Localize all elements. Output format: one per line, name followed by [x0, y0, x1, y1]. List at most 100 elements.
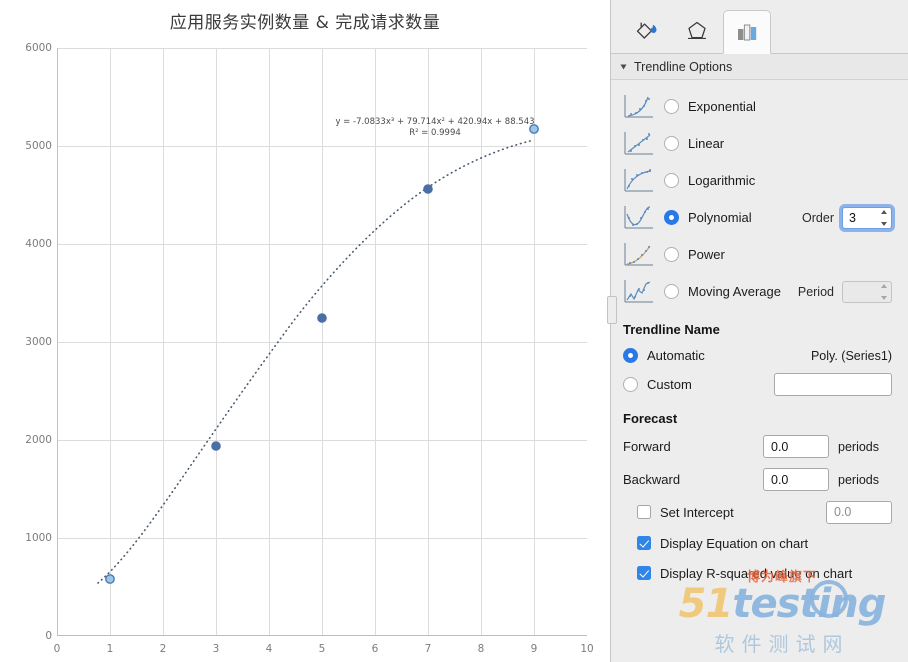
checkbox-display-equation[interactable] — [637, 536, 651, 550]
radio-exponential[interactable] — [664, 99, 679, 114]
y-axis-tick: 4000 — [25, 238, 52, 250]
x-axis-tick: 9 — [530, 643, 538, 655]
order-stepper-arrows[interactable] — [881, 209, 887, 226]
label-display-r-squared: Display R-squared value on chart — [660, 565, 853, 581]
backward-unit: periods — [838, 472, 879, 487]
format-trendline-panel: Trendline Options Exponential Linear Log… — [607, 0, 908, 662]
tab-chart-options[interactable] — [723, 10, 771, 54]
forward-input[interactable]: 0.0 — [763, 435, 829, 458]
trendline-name-title: Trendline Name — [623, 322, 720, 337]
y-axis-tick: 0 — [45, 630, 52, 642]
trendline-options-section-header[interactable]: Trendline Options — [611, 54, 908, 80]
trendline-format-screen: 应用服务实例数量 & 完成请求数量 6000 5000 4000 3000 20… — [0, 0, 908, 662]
watermark-bottom-text: 软件测试网 — [714, 632, 850, 656]
custom-name-input[interactable] — [774, 373, 892, 396]
order-label: Order — [802, 210, 834, 225]
option-row-exponential[interactable]: Exponential — [611, 88, 908, 125]
moving-average-thumb-icon — [624, 279, 653, 302]
checkbox-display-r-squared[interactable] — [637, 566, 651, 580]
linear-thumb-icon — [624, 131, 653, 154]
period-label: Period — [797, 284, 834, 299]
forecast-title: Forecast — [623, 411, 678, 426]
stepper-up-icon[interactable] — [881, 209, 887, 214]
stepper-up-icon — [881, 283, 887, 288]
label-set-intercept: Set Intercept — [660, 504, 734, 520]
x-axis-tick: 3 — [212, 643, 220, 655]
y-axis-tick: 5000 — [25, 140, 52, 152]
panel-resize-handle[interactable] — [607, 296, 617, 324]
display-equation-row[interactable]: Display Equation on chart — [611, 528, 908, 558]
period-stepper — [842, 280, 892, 303]
panel-tab-bar — [611, 0, 908, 54]
label-linear: Linear — [688, 136, 725, 151]
y-axis-tick: 3000 — [25, 336, 52, 348]
automatic-name-value: Poly. (Series1) — [810, 348, 892, 363]
set-intercept-input[interactable]: 0.0 — [826, 500, 892, 524]
chart-title: 应用服务实例数量 & 完成请求数量 — [169, 13, 441, 33]
tab-fill-and-line[interactable] — [623, 9, 671, 53]
label-moving-average: Moving Average — [688, 284, 781, 299]
tab-effects[interactable] — [673, 9, 721, 53]
chart-pane[interactable]: 应用服务实例数量 & 完成请求数量 6000 5000 4000 3000 20… — [0, 0, 610, 662]
x-axis-tick: 2 — [159, 643, 167, 655]
x-axis-tick: 5 — [318, 643, 326, 655]
x-axis-tick: 7 — [424, 643, 432, 655]
x-axis-tick: 8 — [477, 643, 485, 655]
label-power: Power — [688, 247, 725, 262]
radio-name-automatic[interactable] — [623, 348, 638, 363]
paint-bucket-icon — [636, 22, 657, 39]
display-r-squared-row[interactable]: Display R-squared value on chart — [611, 558, 908, 588]
backward-label: Backward — [623, 472, 681, 487]
radio-logarithmic[interactable] — [664, 173, 679, 188]
option-row-logarithmic[interactable]: Logarithmic — [611, 162, 908, 199]
equation-text: y = -7.0833x³ + 79.714x² + 420.94x + 88.… — [335, 117, 535, 127]
bar-chart-icon — [738, 24, 757, 41]
section-title: Trendline Options — [634, 59, 733, 74]
checkbox-set-intercept[interactable] — [637, 505, 651, 519]
exponential-thumb-icon — [624, 94, 653, 117]
chevron-down-icon — [620, 64, 627, 69]
x-axis-tick: 10 — [580, 643, 594, 655]
trendline-equation-label[interactable]: y = -7.0833x³ + 79.714x² + 420.94x + 88.… — [330, 117, 540, 139]
radio-linear[interactable] — [664, 136, 679, 151]
y-axis-tick: 1000 — [25, 532, 52, 544]
label-logarithmic: Logarithmic — [688, 173, 756, 188]
forward-label: Forward — [623, 439, 671, 454]
y-axis-tick: 2000 — [25, 434, 52, 446]
backward-input[interactable]: 0.0 — [763, 468, 829, 491]
radio-power[interactable] — [664, 247, 679, 262]
r-squared-text: R² = 0.9994 — [409, 128, 461, 138]
forecast-backward-row: Backward 0.0 periods — [611, 463, 908, 496]
x-axis-tick: 6 — [371, 643, 379, 655]
label-polynomial: Polynomial — [688, 210, 752, 225]
order-stepper[interactable]: 3 — [842, 206, 892, 229]
stepper-down-icon[interactable] — [881, 221, 887, 226]
trendline-name-automatic-row[interactable]: Automatic Poly. (Series1) — [611, 341, 908, 370]
label-name-automatic: Automatic — [647, 348, 705, 363]
radio-moving-average[interactable] — [664, 284, 679, 299]
x-axis-tick: 1 — [106, 643, 114, 655]
label-exponential: Exponential — [688, 99, 756, 114]
forecast-forward-row: Forward 0.0 periods — [611, 430, 908, 463]
label-name-custom: Custom — [647, 377, 692, 392]
y-axis-tick: 6000 — [25, 42, 52, 54]
order-value: 3 — [849, 210, 856, 225]
label-display-equation: Display Equation on chart — [660, 535, 809, 551]
panel-body: Exponential Linear Logarithmic Polynomia… — [611, 80, 908, 588]
x-axis-tick: 4 — [265, 643, 273, 655]
forward-unit: periods — [838, 439, 879, 454]
option-row-power[interactable]: Power — [611, 236, 908, 273]
set-intercept-row[interactable]: Set Intercept 0.0 — [611, 496, 908, 528]
polynomial-thumb-icon — [624, 205, 653, 228]
period-stepper-arrows — [881, 283, 887, 300]
option-row-linear[interactable]: Linear — [611, 125, 908, 162]
radio-name-custom[interactable] — [623, 377, 638, 392]
stepper-down-icon — [881, 295, 887, 300]
logarithmic-thumb-icon — [624, 168, 653, 191]
option-row-moving-average[interactable]: Moving Average Period — [611, 273, 908, 310]
option-row-polynomial[interactable]: Polynomial Order 3 — [611, 199, 908, 236]
radio-polynomial[interactable] — [664, 210, 679, 225]
pentagon-icon — [688, 21, 706, 39]
power-thumb-icon — [624, 242, 653, 265]
trendline-name-custom-row[interactable]: Custom — [611, 370, 908, 399]
